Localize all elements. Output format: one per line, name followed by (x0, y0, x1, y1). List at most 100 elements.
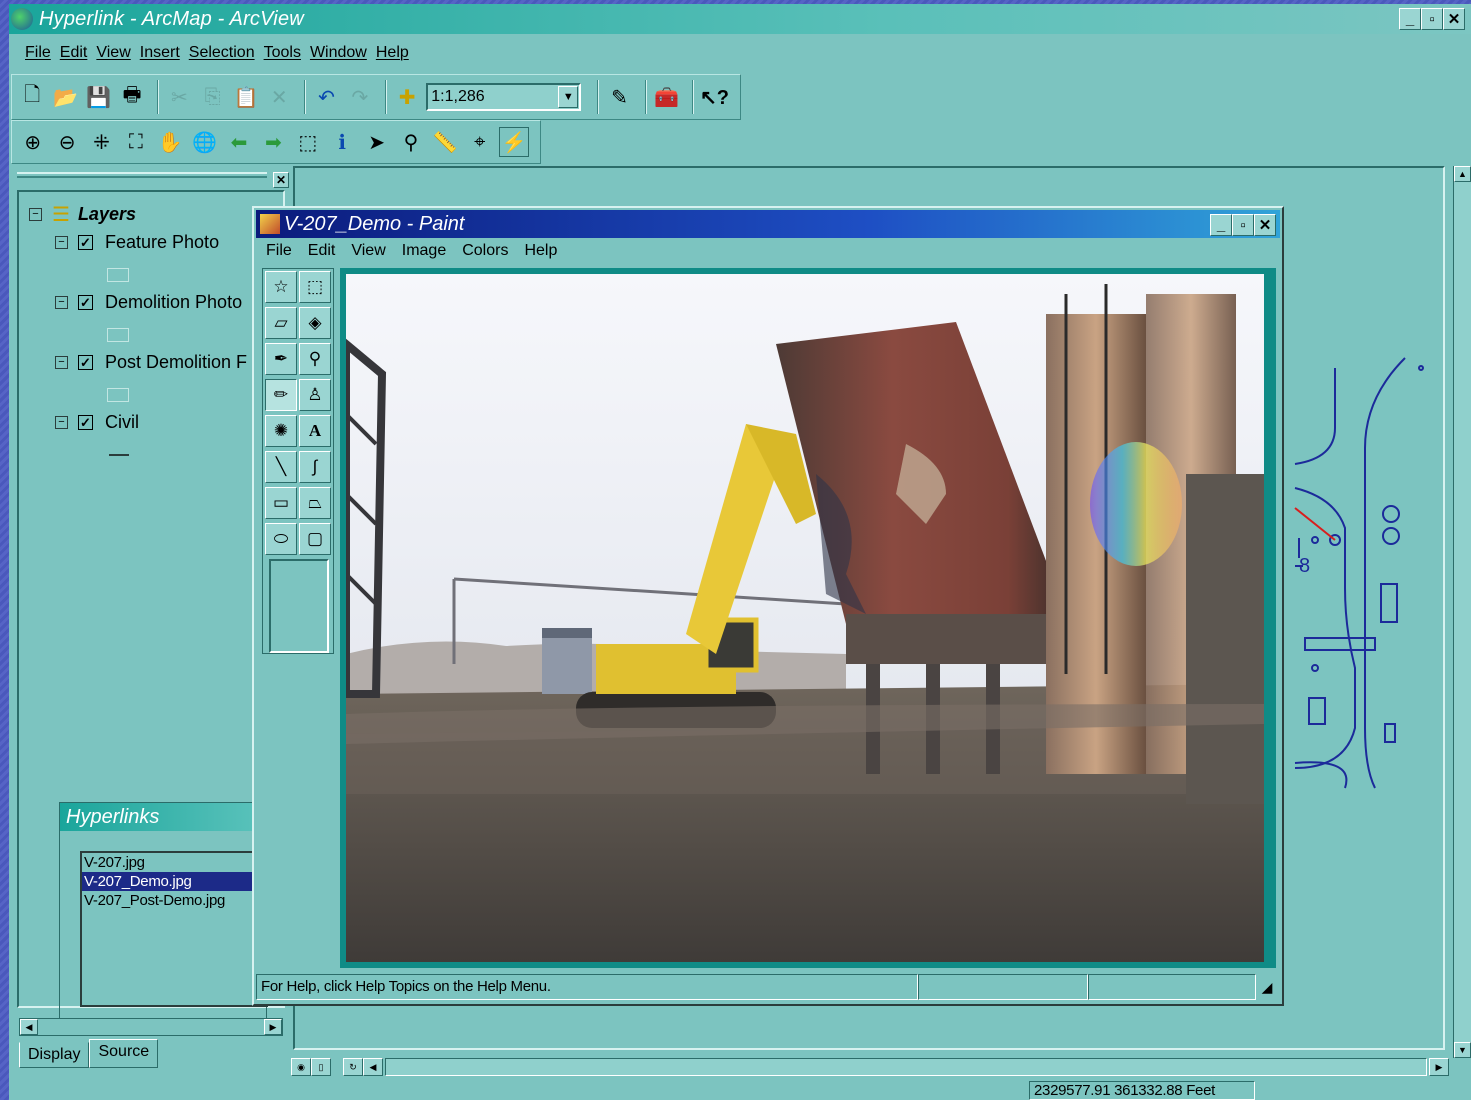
hyperlink-lightning-icon[interactable]: ⚡ (499, 127, 529, 157)
save-icon[interactable]: 💾 (85, 82, 113, 112)
map-scale-combobox[interactable]: 1:1,286 ▼ (426, 83, 582, 111)
arctoolbox-icon[interactable]: 🧰 (653, 82, 681, 112)
fill-bucket-icon[interactable]: ◈ (299, 307, 331, 339)
paint-menu-edit[interactable]: Edit (308, 242, 336, 260)
list-item-selected[interactable]: V-207_Demo.jpg (82, 872, 268, 891)
go-to-xy-icon[interactable]: ⌖ (465, 127, 494, 157)
magnifier-icon[interactable]: ⚲ (299, 343, 331, 375)
print-icon[interactable]: 🖶 (118, 82, 146, 112)
layer-visibility-checkbox[interactable]: ✓ (78, 235, 93, 250)
scroll-right-icon[interactable]: ▶ (264, 1019, 282, 1035)
menu-file[interactable]: File (25, 44, 51, 62)
paint-menu-help[interactable]: Help (524, 242, 557, 260)
eraser-icon[interactable]: ▱ (265, 307, 297, 339)
scroll-left-icon[interactable]: ◀ (20, 1019, 38, 1035)
whats-this-help-icon[interactable]: ↖? (700, 82, 729, 112)
list-item[interactable]: V-207_Post-Demo.jpg (82, 891, 268, 910)
line-icon[interactable]: ╲ (265, 451, 297, 483)
add-data-icon[interactable]: ✚ (393, 82, 421, 112)
chevron-down-icon[interactable]: ▼ (558, 86, 579, 108)
pick-color-icon[interactable]: ✒ (265, 343, 297, 375)
map-vertical-scrollbar[interactable]: ▲ ▼ (1453, 166, 1471, 1058)
layer-visibility-checkbox[interactable]: ✓ (78, 415, 93, 430)
collapse-icon[interactable]: − (29, 208, 42, 221)
collapse-icon[interactable]: − (55, 296, 68, 309)
layer-row[interactable]: − ✓ Post Demolition F (55, 352, 247, 373)
hyperlinks-list[interactable]: V-207.jpg V-207_Demo.jpg V-207_Post-Demo… (80, 851, 268, 1007)
scroll-left-icon[interactable]: ◀ (363, 1058, 383, 1076)
open-folder-icon[interactable]: 📂 (51, 82, 79, 112)
text-icon[interactable]: A (299, 415, 331, 447)
layer-visibility-checkbox[interactable]: ✓ (78, 355, 93, 370)
minimize-button[interactable]: _ (1210, 214, 1232, 236)
tab-display[interactable]: Display (19, 1042, 90, 1068)
maximize-button[interactable]: ▫ (1232, 214, 1254, 236)
tool-options-box[interactable] (269, 559, 329, 653)
paint-menu-colors[interactable]: Colors (462, 242, 508, 260)
free-form-select-icon[interactable]: ☆ (265, 271, 297, 303)
zoom-out-icon[interactable]: ⊖ (52, 127, 81, 157)
maximize-button[interactable]: ▫ (1421, 8, 1443, 30)
collapse-icon[interactable]: − (55, 236, 68, 249)
close-button[interactable]: ✕ (1443, 8, 1465, 30)
find-binoculars-icon[interactable]: ⚲ (396, 127, 425, 157)
back-arrow-icon[interactable]: ⬅ (224, 127, 253, 157)
scroll-down-icon[interactable]: ▼ (1454, 1042, 1471, 1058)
toc-grip[interactable] (17, 172, 267, 178)
full-extent-globe-icon[interactable]: 🌐 (190, 127, 219, 157)
airbrush-icon[interactable]: ✺ (265, 415, 297, 447)
menu-selection[interactable]: Selection (189, 44, 255, 62)
fixed-zoom-out-icon[interactable]: ⛶ (121, 127, 150, 157)
toc-horizontal-scrollbar[interactable]: ◀ ▶ (19, 1018, 283, 1036)
close-icon[interactable]: ✕ (273, 172, 289, 188)
list-item[interactable]: V-207.jpg (82, 853, 268, 872)
data-view-icon[interactable]: ◉ (291, 1058, 311, 1076)
select-features-icon[interactable]: ⬚ (293, 127, 322, 157)
select-elements-pointer-icon[interactable]: ➤ (362, 127, 391, 157)
minimize-button[interactable]: _ (1399, 8, 1421, 30)
curve-icon[interactable]: ∫ (299, 451, 331, 483)
scroll-up-icon[interactable]: ▲ (1454, 166, 1471, 182)
menu-tools[interactable]: Tools (264, 44, 301, 62)
zoom-in-icon[interactable]: ⊕ (18, 127, 47, 157)
undo-icon[interactable]: ↶ (312, 82, 340, 112)
rect-select-icon[interactable]: ⬚ (299, 271, 331, 303)
paint-title-bar[interactable]: V-207_Demo - Paint _ ▫ ✕ (256, 210, 1280, 238)
paint-menu-view[interactable]: View (351, 242, 385, 260)
copy-icon[interactable]: ⎘ (198, 82, 226, 112)
new-document-icon[interactable]: 🗋 (18, 82, 46, 112)
polygon-icon[interactable]: ⏢ (299, 487, 331, 519)
layer-visibility-checkbox[interactable]: ✓ (78, 295, 93, 310)
resize-grip-icon[interactable]: ◢ (1256, 974, 1278, 1000)
brush-icon[interactable]: ♙ (299, 379, 331, 411)
layer-row[interactable]: − ✓ Demolition Photo (55, 292, 242, 313)
menu-help[interactable]: Help (376, 44, 409, 62)
menu-window[interactable]: Window (310, 44, 367, 62)
layout-view-icon[interactable]: ▯ (311, 1058, 331, 1076)
paint-menu-image[interactable]: Image (402, 242, 446, 260)
close-button[interactable]: ✕ (1254, 214, 1276, 236)
delete-icon[interactable]: ✕ (265, 82, 293, 112)
map-horizontal-scrollbar-track[interactable] (385, 1058, 1427, 1076)
paint-menu-file[interactable]: File (266, 242, 292, 260)
ellipse-icon[interactable]: ⬭ (265, 523, 297, 555)
paint-canvas-area[interactable] (340, 268, 1276, 968)
fixed-zoom-in-icon[interactable]: ⁜ (87, 127, 116, 157)
rectangle-icon[interactable]: ▭ (265, 487, 297, 519)
layers-root[interactable]: − ☰ Layers (29, 202, 136, 227)
paste-icon[interactable]: 📋 (232, 82, 260, 112)
layer-symbol-swatch[interactable] (107, 268, 129, 282)
pencil-icon[interactable]: ✏ (265, 379, 297, 411)
scroll-right-icon[interactable]: ▶ (1429, 1058, 1449, 1076)
layer-line-symbol[interactable] (109, 454, 129, 456)
menu-view[interactable]: View (96, 44, 130, 62)
menu-insert[interactable]: Insert (140, 44, 180, 62)
menu-edit[interactable]: Edit (60, 44, 88, 62)
collapse-icon[interactable]: − (55, 416, 68, 429)
collapse-icon[interactable]: − (55, 356, 68, 369)
forward-arrow-icon[interactable]: ➡ (259, 127, 288, 157)
measure-icon[interactable]: 📏 (431, 127, 460, 157)
refresh-icon[interactable]: ↻ (343, 1058, 363, 1076)
layer-symbol-swatch[interactable] (107, 328, 129, 342)
layer-symbol-swatch[interactable] (107, 388, 129, 402)
